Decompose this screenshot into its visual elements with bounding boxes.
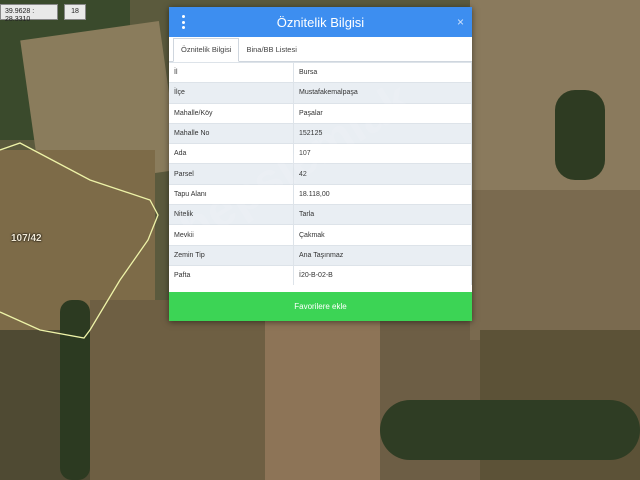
table-row: Mevkii Çakmak [169,224,472,246]
attribute-value: 18.118,00 [293,183,472,205]
attribute-value: Ana Taşınmaz [293,244,472,266]
dialog-header: Öznitelik Bilgisi × [169,7,472,37]
attribute-key: İl [169,61,294,83]
table-row: Zemin Tip Ana Taşınmaz [169,244,472,266]
attribute-value: Mustafakemalpaşa [293,82,472,104]
attribute-value: Çakmak [293,224,472,246]
attribute-value: Tarla [293,204,472,225]
table-row: İl Bursa [169,61,472,83]
table-row: İlçe Mustafakemalpaşa [169,82,472,104]
attribute-key: Parsel [169,163,294,185]
attribute-value: Bursa [293,61,472,83]
table-row: Parsel 42 [169,163,472,185]
kebab-menu-icon[interactable] [178,15,188,29]
dialog-title: Öznitelik Bilgisi [276,14,365,30]
attribute-key: Mahalle/Köy [169,102,294,124]
tab-bar: Öznitelik Bilgisi Bina/BB Listesi [169,37,472,62]
attribute-table: İl Bursa İlçe Mustafakemalpaşa Mahalle/Köy Pa… [169,61,472,286]
table-row: Ada 107 [169,143,472,164]
coordinate-bar: 39.9628 : 28.3310 18 [0,4,86,23]
table-row: Nitelik Tarla [169,204,472,225]
coordinate-readout: 39.9628 : 28.3310 [0,4,58,23]
attribute-key: Zemin Tip [169,244,294,266]
close-icon[interactable]: × [457,15,464,29]
attribute-dialog: Öznitelik Bilgisi × Öznitelik Bilgisi Bi… [169,7,472,321]
zoom-level: 18 [64,4,86,20]
table-row: Mahalle No 152125 [169,122,472,144]
attribute-value: Paşalar [293,102,472,124]
table-row: Pafta İ20-B-02-B [169,264,472,286]
add-to-favorites-button[interactable]: Favorilere ekle [169,292,472,321]
attribute-key: İlçe [169,82,294,104]
attribute-value: 152125 [293,122,472,144]
attribute-key: Tapu Alanı [169,183,294,205]
tab-building-list[interactable]: Bina/BB Listesi [239,39,303,61]
attribute-key: Ada [169,143,294,164]
tab-attribute-info[interactable]: Öznitelik Bilgisi [173,38,240,62]
attribute-key: Mevkii [169,224,294,246]
attribute-value: 107 [293,143,472,164]
parcel-label: 107/42 [11,233,42,244]
table-row: Mahalle/Köy Paşalar [169,102,472,124]
attribute-value: İ20-B-02-B [293,264,472,286]
attribute-value: 42 [293,163,472,185]
table-row: Tapu Alanı 18.118,00 [169,183,472,205]
attribute-key: Mahalle No [169,122,294,144]
attribute-key: Pafta [169,264,294,286]
attribute-key: Nitelik [169,204,294,225]
